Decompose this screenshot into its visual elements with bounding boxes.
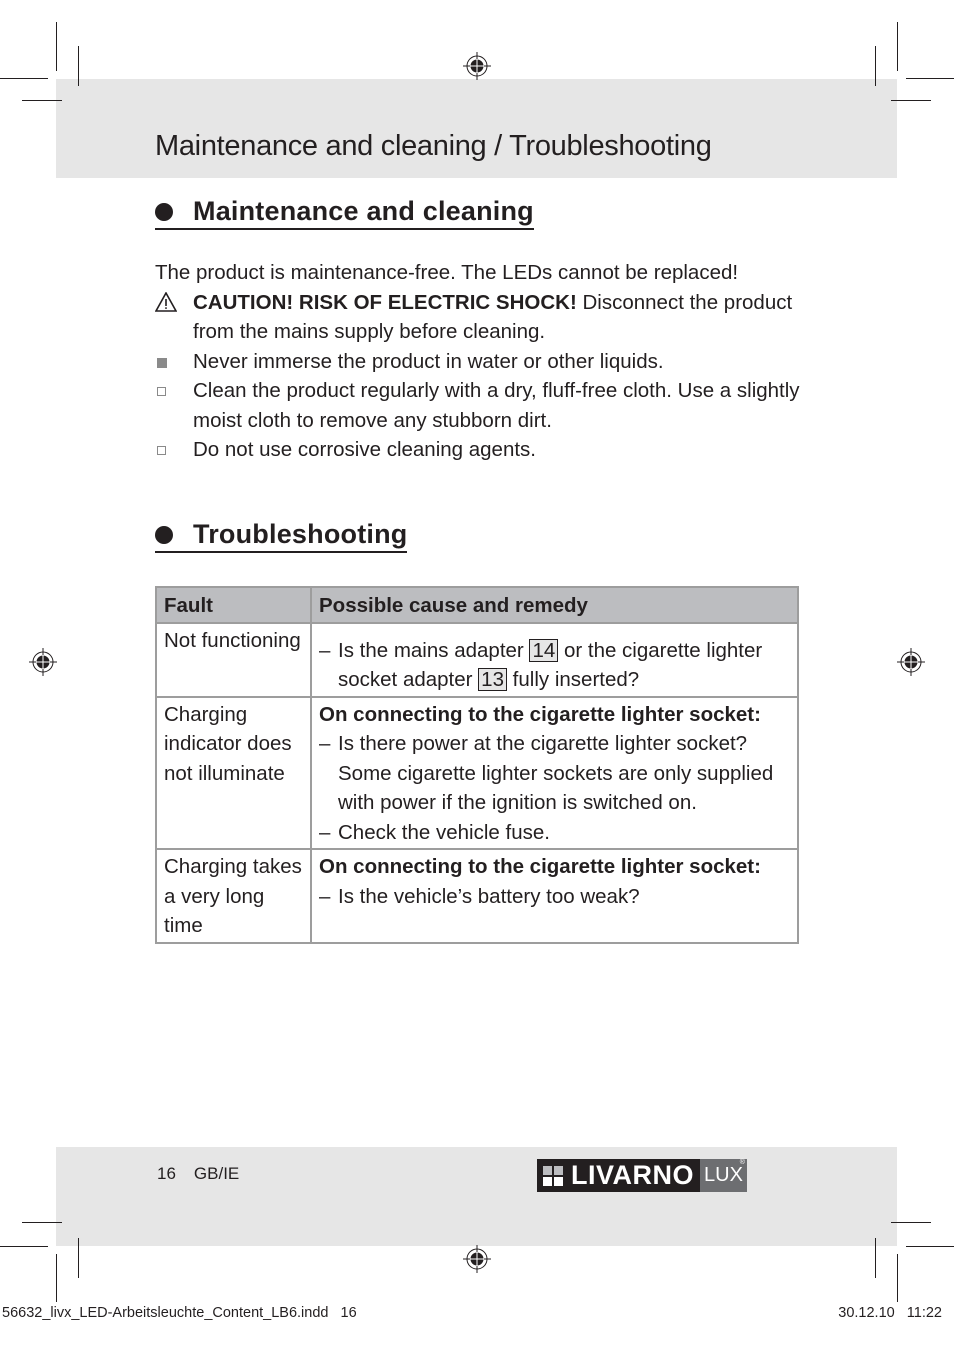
crop-mark [897, 22, 898, 71]
table-row: Charging indicator does not illuminate O… [155, 695, 799, 850]
crop-mark [78, 1238, 79, 1278]
crop-mark [891, 1222, 931, 1223]
remedy-item: – Is the mains adapter 14 or the cigaret… [319, 636, 790, 695]
open-square-bullet-icon [157, 387, 166, 396]
list-item: Clean the product regularly with a dry, … [155, 376, 815, 435]
part-reference-badge: 13 [478, 668, 507, 691]
logo-grid-icon [543, 1165, 563, 1186]
dash-marker: – [319, 732, 331, 755]
fault-cell: Not functioning [155, 621, 312, 698]
caution-note: CAUTION! RISK OF ELECTRIC SHOCK! Disconn… [155, 288, 815, 347]
crop-mark [56, 1254, 57, 1302]
crop-mark [78, 46, 79, 86]
crop-mark [22, 100, 62, 101]
bullet-dot-icon [155, 525, 173, 544]
table-row: Not functioning – Is the mains adapter 1… [155, 621, 799, 698]
bullet-dot-icon [155, 202, 173, 221]
print-slug-datetime: 30.12.10 11:22 [838, 1305, 942, 1321]
dash-marker: – [319, 638, 331, 662]
remedy-condition: On connecting to the cigarette lighter s… [319, 855, 761, 878]
crop-mark [875, 46, 876, 86]
remedy-text: Check the vehicle fuse. [338, 820, 550, 844]
part-reference-badge: 14 [529, 638, 559, 662]
crop-mark [897, 1254, 898, 1302]
fault-cell: Charging takes a very long time [155, 848, 312, 944]
crop-mark [56, 22, 57, 71]
section-heading-maintenance: Maintenance and cleaning [155, 196, 534, 230]
list-item-text: Never immerse the product in water or ot… [193, 349, 664, 373]
remedy-cell: On connecting to the cigarette lighter s… [310, 848, 799, 944]
footer-band [56, 1147, 897, 1246]
page-footer-label: 16 GB/IE [157, 1164, 257, 1184]
list-item-text: Clean the product regularly with a dry, … [193, 379, 800, 432]
list-item: Do not use corrosive cleaning agents. [155, 435, 815, 465]
troubleshooting-table: Fault Possible cause and remedy Not func… [155, 586, 799, 944]
intro-text: The product is maintenance-free. The LED… [155, 261, 739, 284]
section-heading-troubleshooting: Troubleshooting [155, 519, 408, 553]
remedy-condition: On connecting to the cigarette lighter s… [319, 702, 761, 726]
warning-triangle-icon [155, 291, 177, 312]
logo-sub-text: LUX [704, 1164, 743, 1186]
registration-mark-icon [29, 648, 57, 676]
filled-square-bullet-icon [157, 357, 167, 368]
crop-mark [875, 1238, 876, 1278]
crop-mark [906, 1246, 954, 1247]
remedy-item: – Is there power at the cigarette lighte… [319, 729, 790, 818]
registration-mark-icon [897, 648, 925, 676]
registered-mark: ® [739, 1159, 745, 1166]
crop-mark [22, 1222, 62, 1223]
column-header-fault: Fault [155, 586, 312, 624]
table-header-row: Fault Possible cause and remedy [155, 586, 799, 624]
dash-marker: – [319, 820, 331, 844]
table-row: Charging takes a very long time On conne… [155, 848, 799, 944]
crop-mark [906, 78, 954, 79]
crop-mark [891, 100, 931, 101]
livarno-lux-logo: LIVARNO LUX ® [537, 1159, 747, 1192]
dash-marker: – [319, 884, 331, 908]
page-number: 16 [157, 1164, 176, 1183]
print-slug-filename: 56632_livx_LED-Arbeitsleuchte_Content_LB… [2, 1305, 357, 1321]
crop-mark [0, 78, 48, 79]
section-title: Maintenance and cleaning [193, 196, 534, 226]
remedy-item: – Is the vehicle’s battery too weak? [319, 882, 790, 912]
section-title: Troubleshooting [193, 519, 408, 549]
remedy-cell: On connecting to the cigarette lighter s… [310, 695, 799, 850]
remedy-cell: – Is the mains adapter 14 or the cigaret… [310, 621, 799, 698]
locale-label: GB/IE [193, 1164, 240, 1183]
maintenance-body: The product is maintenance-free. The LED… [155, 258, 815, 465]
caution-label: CAUTION! RISK OF ELECTRIC SHOCK! [193, 290, 577, 314]
fault-cell: Charging indicator does not illuminate [155, 695, 312, 850]
crop-mark [0, 1246, 48, 1247]
registration-mark-icon [463, 52, 491, 80]
logo-brand-text: LIVARNO [571, 1160, 694, 1190]
remedy-item: – Check the vehicle fuse. [319, 818, 790, 848]
page-title: Maintenance and cleaning / Troubleshooti… [155, 130, 712, 162]
list-item-text: Do not use corrosive cleaning agents. [193, 438, 537, 461]
header-band [56, 79, 897, 178]
open-square-bullet-icon [157, 446, 166, 455]
remedy-text: Is there power at the cigarette lighter … [338, 732, 774, 814]
column-header-remedy: Possible cause and remedy [310, 586, 799, 624]
remedy-text: fully inserted? [506, 668, 640, 691]
list-item: Never immerse the product in water or ot… [155, 347, 815, 377]
registration-mark-icon [463, 1245, 491, 1273]
remedy-text: Is the mains adapter [338, 638, 530, 662]
remedy-text: Is the vehicle’s battery too weak? [338, 884, 640, 908]
